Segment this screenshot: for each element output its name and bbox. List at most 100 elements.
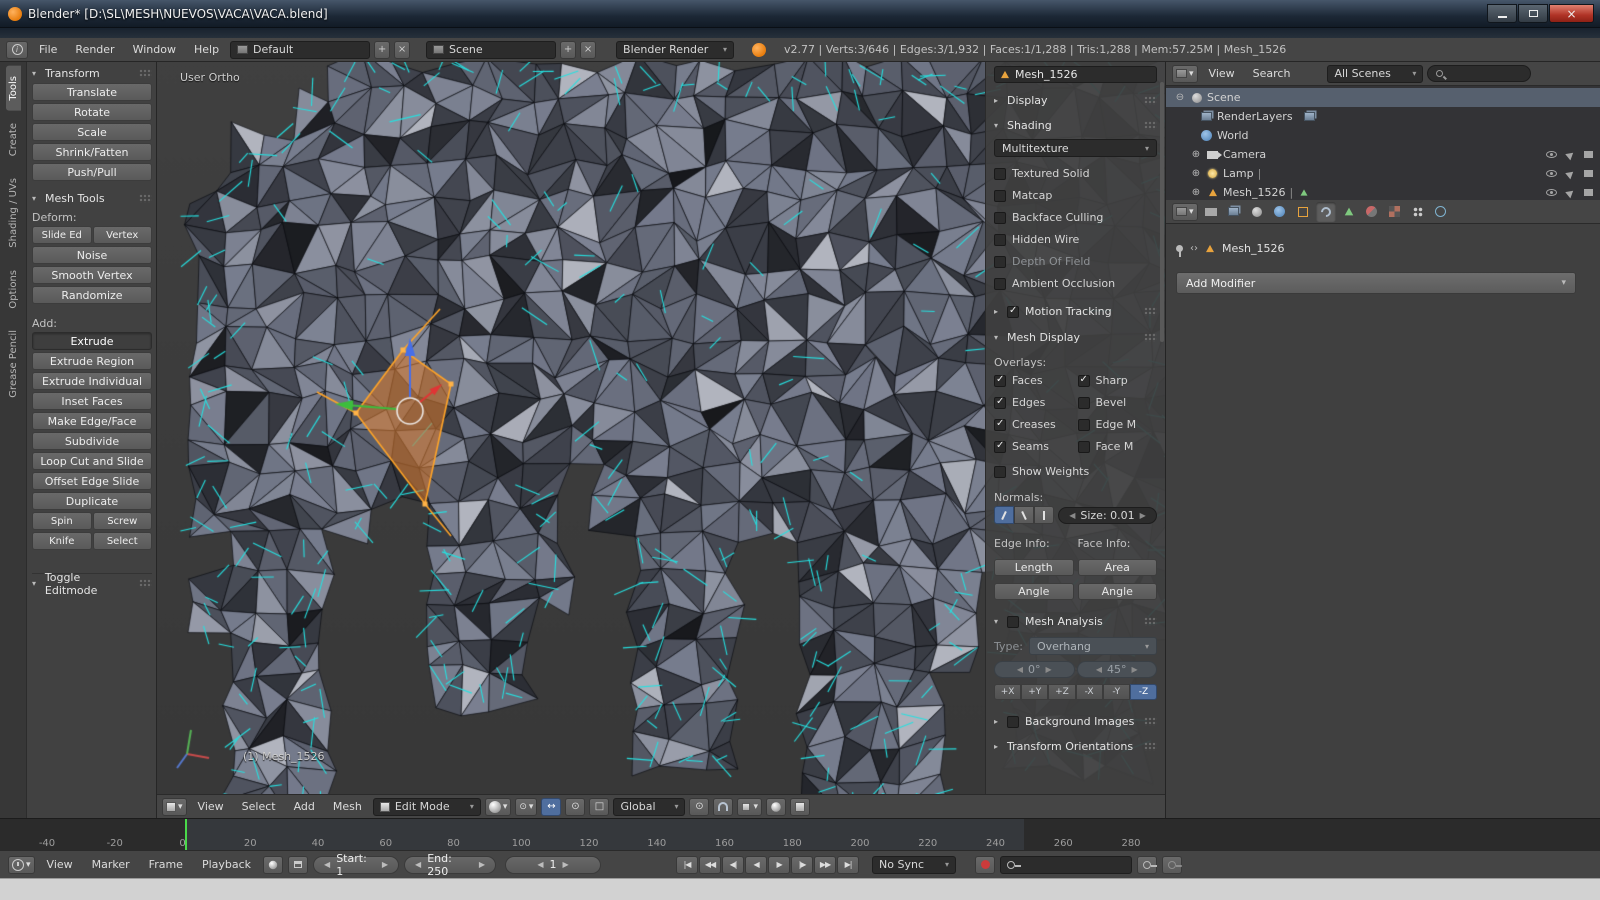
increment-icon[interactable]: ▶ — [1140, 511, 1146, 520]
rotate-button[interactable]: Rotate — [32, 103, 152, 121]
vertex-slide-button[interactable]: Vertex — [93, 226, 153, 244]
display-panel-header[interactable]: ▸ Display — [994, 91, 1157, 110]
panel-drag-handle[interactable] — [1144, 307, 1157, 316]
mode-select[interactable]: Edit Mode ▾ — [373, 798, 481, 816]
frame-back-button[interactable]: ◀ — [745, 856, 767, 874]
preview-range-button[interactable] — [263, 856, 283, 874]
jump-to-start-button[interactable]: |◀ — [676, 856, 698, 874]
shading-panel-header[interactable]: ▾ Shading — [994, 116, 1157, 135]
shrink-fatten-button[interactable]: Shrink/Fatten — [32, 143, 152, 161]
next-keyframe-button[interactable]: ▶▶ — [814, 856, 836, 874]
render-toggle-icon[interactable] — [1584, 170, 1593, 177]
prev-keyframe-button[interactable]: ◀◀ — [699, 856, 721, 874]
auto-keyframe-button[interactable] — [975, 856, 995, 874]
decrement-icon[interactable]: ◀ — [1017, 665, 1023, 674]
opengl-render-button[interactable] — [766, 798, 786, 816]
world-tab[interactable] — [1270, 202, 1290, 222]
selectable-toggle-icon[interactable] — [1565, 187, 1576, 198]
panel-drag-handle[interactable] — [139, 579, 152, 588]
panel-drag-handle[interactable] — [1144, 617, 1157, 626]
make-edge-face-button[interactable]: Make Edge/Face — [32, 412, 152, 430]
menu-search[interactable]: Search — [1246, 62, 1298, 85]
npanel-scrollbar[interactable] — [1160, 82, 1164, 342]
smooth-vertex-button[interactable]: Smooth Vertex — [32, 266, 152, 284]
face-angle-toggle[interactable]: Angle — [1078, 583, 1158, 600]
lock-frame-button[interactable] — [288, 856, 308, 874]
face-normals-toggle[interactable] — [1034, 506, 1054, 524]
spin-button[interactable]: Spin — [32, 512, 92, 530]
knife-button[interactable]: Knife — [32, 532, 92, 550]
overlay-edges-checkbox[interactable]: Edges — [994, 395, 1074, 410]
editor-type-button[interactable]: ▾ — [162, 798, 187, 816]
redo-panel-header[interactable]: ▾ Toggle Editmode — [32, 574, 152, 593]
textured-solid-checkbox[interactable]: Textured Solid — [994, 166, 1157, 181]
extrude-region-button[interactable]: Extrude Region — [32, 352, 152, 370]
outliner-row-mesh[interactable]: ⊕ Mesh_1526 | — [1166, 183, 1600, 200]
panel-transform-header[interactable]: ▾ Transform — [32, 64, 152, 83]
split-normals-toggle[interactable] — [1014, 506, 1034, 524]
editor-type-button[interactable]: ▾ — [1172, 65, 1198, 83]
shading-mode-select[interactable]: Multitexture ▾ — [994, 139, 1157, 157]
backface-culling-checkbox[interactable]: Backface Culling — [994, 210, 1157, 225]
panel-drag-handle[interactable] — [1144, 742, 1157, 751]
menu-render[interactable]: Render — [68, 38, 121, 61]
overlay-faces-checkbox[interactable]: Faces — [994, 373, 1074, 388]
axis-minus-z-button[interactable]: -Z — [1130, 684, 1157, 700]
add-modifier-button[interactable]: Add Modifier ▾ — [1176, 272, 1576, 294]
tab-grease-pencil[interactable]: Grease Pencil — [6, 320, 21, 408]
menu-window[interactable]: Window — [126, 38, 183, 61]
play-button[interactable]: ▶ — [768, 856, 790, 874]
remove-layout-button[interactable]: × — [394, 41, 410, 59]
translate-button[interactable]: Translate — [32, 83, 152, 101]
render-layers-tab[interactable] — [1224, 202, 1244, 222]
screw-button[interactable]: Screw — [93, 512, 153, 530]
menu-view[interactable]: View — [40, 851, 80, 878]
current-frame-field[interactable]: ◀ 1 ▶ — [505, 856, 601, 874]
inset-faces-button[interactable]: Inset Faces — [32, 392, 152, 410]
expander-closed-icon[interactable]: ⊕ — [1190, 187, 1202, 198]
increment-icon[interactable]: ▶ — [382, 860, 388, 869]
axis-minus-y-button[interactable]: -Y — [1103, 684, 1130, 700]
mesh-display-panel-header[interactable]: ▾ Mesh Display — [994, 328, 1157, 347]
hide-toggle-icon[interactable] — [1546, 170, 1557, 177]
proportional-edit-button[interactable]: ⊙ — [689, 798, 709, 816]
manipulator-rotate-toggle[interactable]: ⊙ — [565, 798, 585, 816]
decrement-icon[interactable]: ◀ — [324, 860, 330, 869]
editor-type-button[interactable]: ▾ — [8, 856, 35, 874]
increment-icon[interactable]: ▶ — [563, 860, 569, 869]
outliner-row-scene[interactable]: ⊖ Scene — [1166, 88, 1600, 107]
modifiers-tab[interactable] — [1316, 202, 1336, 222]
add-layout-button[interactable]: + — [374, 41, 390, 59]
vertex-normals-toggle[interactable] — [994, 506, 1014, 524]
loop-cut-slide-button[interactable]: Loop Cut and Slide — [32, 452, 152, 470]
duplicate-button[interactable]: Duplicate — [32, 492, 152, 510]
analysis-max-field[interactable]: ◀ 45° ▶ — [1077, 661, 1158, 678]
outliner-search-input[interactable] — [1427, 65, 1531, 82]
panel-drag-handle[interactable] — [1144, 121, 1157, 130]
selectable-toggle-icon[interactable] — [1565, 149, 1576, 160]
mesh-analysis-panel-header[interactable]: ▾ Mesh Analysis — [994, 612, 1157, 631]
menu-mesh[interactable]: Mesh — [326, 795, 369, 818]
sync-mode-select[interactable]: No Sync ▾ — [872, 856, 956, 874]
outliner-row-renderlayers[interactable]: RenderLayers — [1166, 107, 1600, 126]
outliner-row-lamp[interactable]: ⊕ Lamp | — [1166, 164, 1600, 183]
axis-plus-y-button[interactable]: +Y — [1021, 684, 1048, 700]
push-pull-button[interactable]: Push/Pull — [32, 163, 152, 181]
jump-to-end-button[interactable]: ▶| — [837, 856, 859, 874]
expander-closed-icon[interactable]: ⊕ — [1190, 149, 1202, 160]
overlay-creases-checkbox[interactable]: Creases — [994, 417, 1074, 432]
panel-drag-handle[interactable] — [1144, 333, 1157, 342]
hide-toggle-icon[interactable] — [1546, 189, 1557, 196]
object-tab[interactable] — [1293, 202, 1313, 222]
start-frame-field[interactable]: ◀ Start: 1 ▶ — [313, 856, 399, 874]
frame-forward-button[interactable]: |▶ — [791, 856, 813, 874]
overlay-seams-checkbox[interactable]: Seams — [994, 439, 1074, 454]
editor-type-button[interactable]: i — [6, 41, 28, 59]
overlay-edge-marks-checkbox[interactable]: Edge M — [1078, 417, 1158, 432]
slide-edge-button[interactable]: Slide Ed — [32, 226, 92, 244]
matcap-checkbox[interactable]: Matcap — [994, 188, 1157, 203]
extrude-individual-button[interactable]: Extrude Individual — [32, 372, 152, 390]
delete-keyframe-button[interactable] — [1162, 856, 1182, 874]
tab-tools[interactable]: Tools — [6, 66, 21, 111]
face-area-toggle[interactable]: Area — [1078, 559, 1158, 576]
